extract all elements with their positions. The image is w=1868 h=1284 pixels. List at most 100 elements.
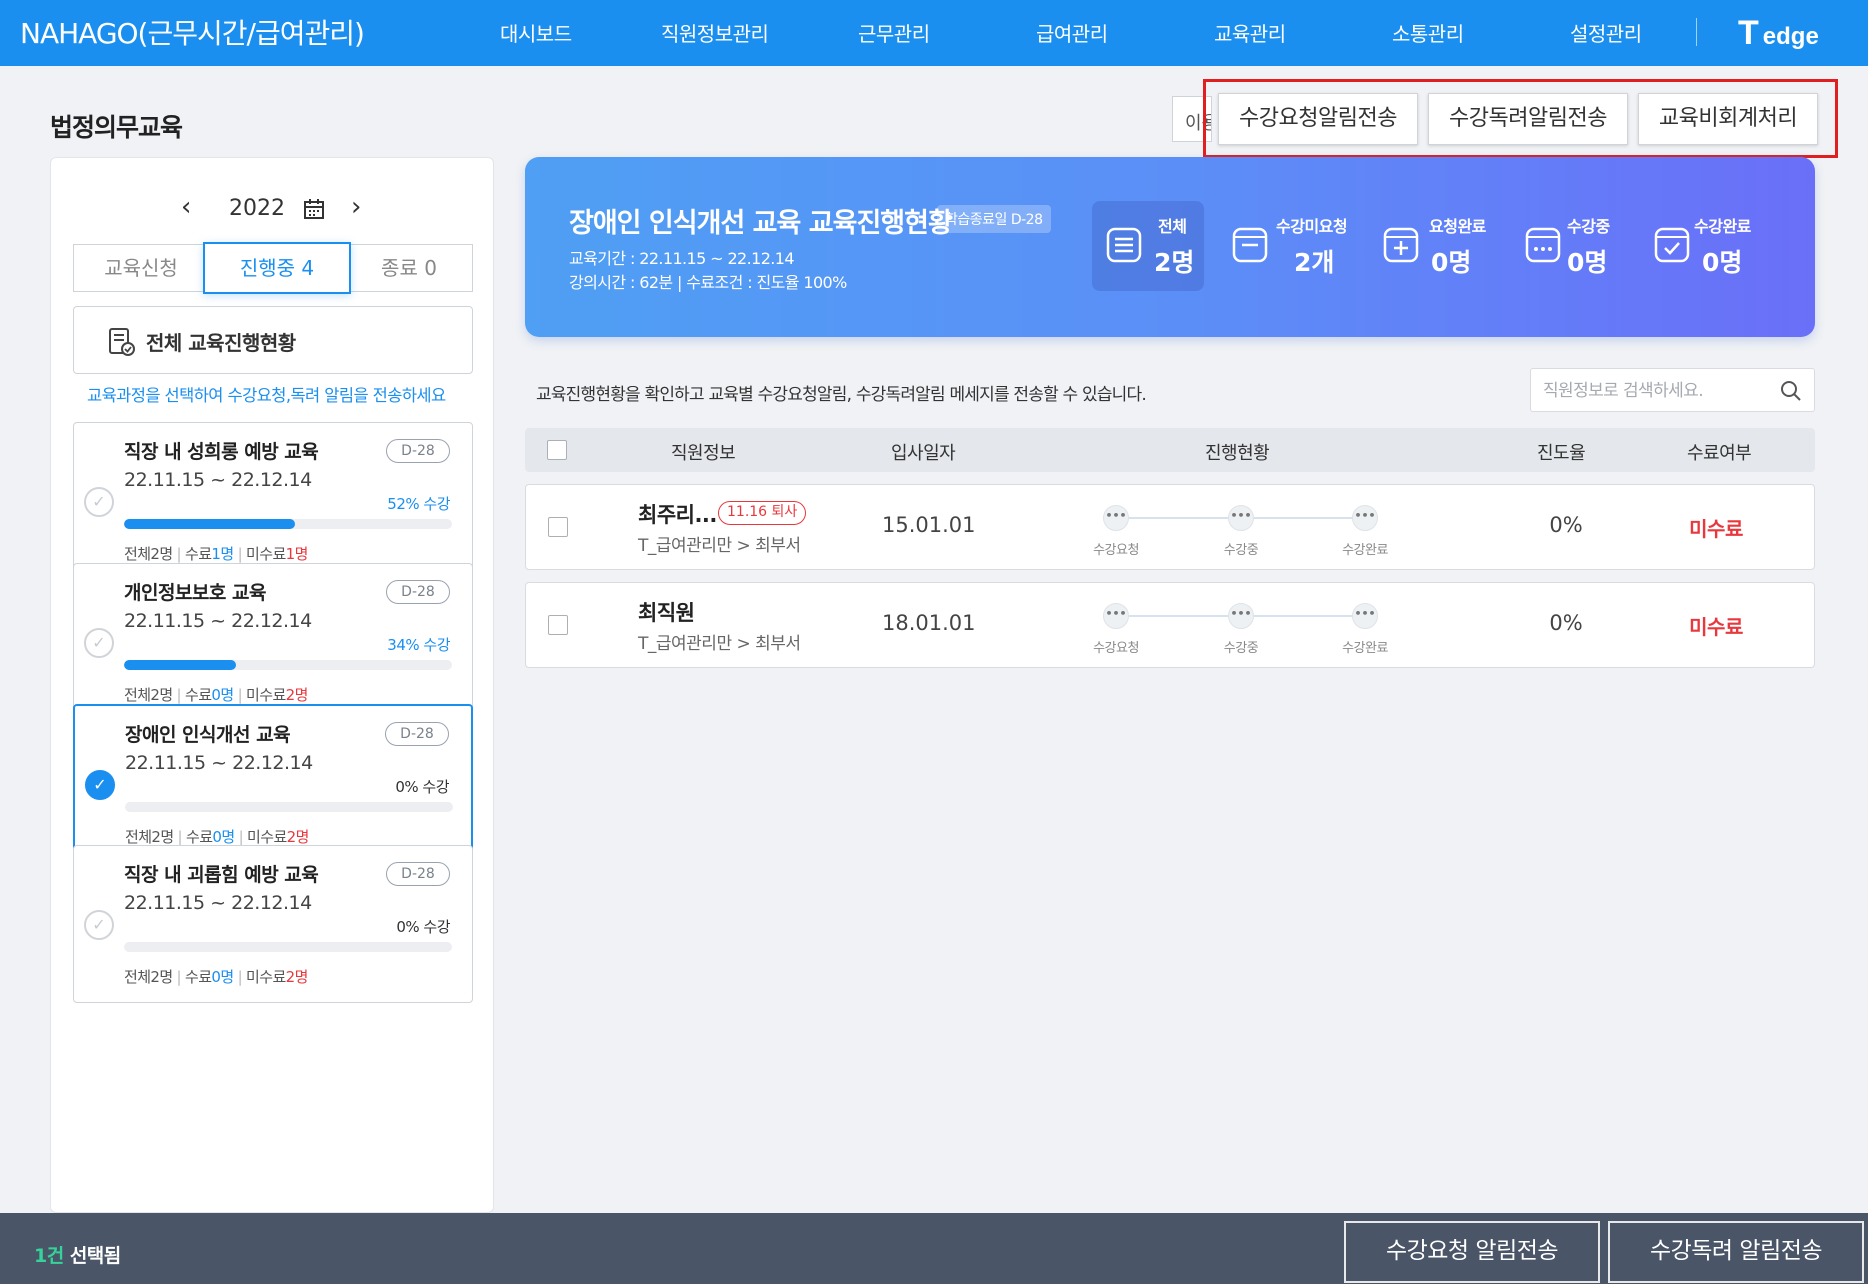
col-employee-info: 직원정보	[671, 443, 736, 464]
course-card[interactable]: 직장 내 성희롱 예방 교육 D-28 22.11.15 ~ 22.12.14 …	[73, 422, 473, 580]
course-card[interactable]: 직장 내 괴롭힘 예방 교육 D-28 22.11.15 ~ 22.12.14 …	[73, 845, 473, 1003]
stat-requested[interactable]: 요청완료 0명	[1369, 201, 1499, 291]
stat-label: 수강완료	[1694, 217, 1751, 236]
stat-not-requested[interactable]: 수강미요청 2개	[1218, 201, 1358, 291]
row-checkbox[interactable]	[548, 517, 568, 537]
employee-name: 최주리...	[638, 503, 717, 527]
employee-department: T_급여관리만 > 최부서	[638, 634, 801, 654]
pending-dots-icon: •••	[1103, 603, 1129, 629]
course-stats: 전체2명 | 수료0명 | 미수료2명	[125, 828, 309, 846]
report-icon	[108, 327, 136, 361]
row-checkbox[interactable]	[548, 615, 568, 635]
list-icon	[1106, 225, 1142, 269]
next-year-icon[interactable]: ›	[351, 192, 361, 222]
progress-rate: 0%	[1549, 513, 1583, 537]
stat-value: 0명	[1702, 248, 1743, 277]
stat-label: 수강중	[1567, 217, 1610, 236]
step-completed: ••• 수강완료	[1320, 505, 1410, 558]
stat-in-progress[interactable]: 수강중 0명	[1511, 201, 1631, 291]
done-label: 수료	[185, 686, 212, 704]
course-title: 개인정보보호 교육	[124, 582, 266, 604]
footer-send-request-button[interactable]: 수강요청 알림전송	[1344, 1221, 1600, 1283]
all-status-label: 전체 교육진행현황	[146, 331, 296, 355]
nav-work[interactable]: 근무관리	[858, 18, 930, 47]
course-title: 직장 내 괴롭힘 예방 교육	[124, 864, 319, 886]
course-stats: 전체2명 | 수료1명 | 미수료1명	[124, 545, 309, 563]
nav-employee-info[interactable]: 직원정보관리	[661, 18, 769, 47]
check-icon[interactable]: ✓	[85, 770, 115, 800]
course-select-hint: 교육과정을 선택하여 수강요청,독려 알림을 전송하세요	[87, 386, 446, 405]
nav-communication[interactable]: 소통관리	[1392, 18, 1464, 47]
stat-total[interactable]: 전체 2명	[1092, 201, 1204, 291]
course-status-banner: 장애인 인식개선 교육 교육진행현황 학습종료일 D-28 교육기간 : 22.…	[525, 157, 1815, 337]
search-box	[1530, 368, 1815, 412]
done-count: 0명	[211, 686, 234, 704]
dday-badge: D-28	[386, 580, 450, 604]
step-label: 수강완료	[1342, 543, 1388, 558]
course-period: 교육기간 : 22.11.15 ~ 22.12.14	[569, 249, 795, 268]
progress-percent: 52% 수강	[387, 495, 450, 513]
tab-in-progress[interactable]: 진행중 4	[203, 242, 351, 294]
step-in-progress: ••• 수강중	[1196, 505, 1286, 558]
nav-payroll[interactable]: 급여관리	[1036, 18, 1108, 47]
step-label: 수강요청	[1093, 543, 1139, 558]
course-title: 장애인 인식개선 교육	[125, 724, 291, 746]
table-row[interactable]: 최주리... 11.16 퇴사 T_급여관리만 > 최부서 15.01.01 •…	[525, 484, 1815, 570]
step-label: 수강중	[1223, 641, 1259, 656]
hire-date: 18.01.01	[882, 611, 976, 635]
undone-label: 미수료	[246, 968, 286, 986]
employee-name: 최직원	[638, 601, 695, 625]
pending-dots-icon: •••	[1228, 505, 1254, 531]
status-tabs: 교육신청 진행중 4 종료 0	[73, 242, 473, 294]
t-logo-icon: T	[1738, 14, 1759, 52]
step-in-progress: ••• 수강중	[1196, 603, 1286, 656]
progress-rate: 0%	[1549, 611, 1583, 635]
all-status-button[interactable]: 전체 교육진행현황	[73, 306, 473, 374]
course-dates: 22.11.15 ~ 22.12.14	[124, 892, 312, 914]
stat-label: 전체	[1158, 217, 1187, 236]
tab-apply[interactable]: 교육신청	[73, 244, 209, 292]
footer-send-encourage-button[interactable]: 수강독려 알림전송	[1608, 1221, 1864, 1283]
stat-value: 0명	[1431, 248, 1472, 277]
course-stats: 전체2명 | 수료0명 | 미수료2명	[124, 968, 309, 986]
course-card[interactable]: 개인정보보호 교육 D-28 22.11.15 ~ 22.12.14 ✓ 34%…	[73, 563, 473, 721]
check-icon[interactable]: ✓	[84, 910, 114, 940]
done-label: 수료	[186, 828, 213, 846]
stat-value: 2개	[1294, 248, 1335, 277]
check-box-icon	[1654, 225, 1690, 269]
stat-completed[interactable]: 수강완료 0명	[1640, 201, 1780, 291]
col-completion: 수료여부	[1687, 443, 1752, 464]
app-brand[interactable]: NAHAGO(근무시간/급여관리)	[20, 12, 365, 52]
banner-title: 장애인 인식개선 교육 교육진행현황	[569, 208, 953, 239]
undone-count: 1명	[285, 545, 309, 563]
top-header: NAHAGO(근무시간/급여관리) 대시보드 직원정보관리 근무관리 급여관리 …	[0, 0, 1868, 66]
table-header: 직원정보 입사일자 진행현황 진도율 수료여부	[525, 428, 1815, 472]
tab-ended[interactable]: 종료 0	[345, 244, 473, 292]
list-description: 교육진행현황을 확인하고 교육별 수강요청알림, 수강독려알림 메세지를 전송할…	[536, 385, 1147, 405]
logo-text: edge	[1762, 23, 1819, 50]
calendar-icon[interactable]	[303, 198, 325, 224]
dday-badge: D-28	[386, 439, 450, 463]
course-title: 직장 내 성희롱 예방 교육	[124, 441, 319, 463]
employee-search-input[interactable]	[1543, 377, 1763, 405]
select-all-checkbox[interactable]	[547, 440, 567, 460]
course-dates: 22.11.15 ~ 22.12.14	[125, 752, 313, 774]
table-row[interactable]: 최직원 T_급여관리만 > 최부서 18.01.01 ••• 수강요청 ••• 수강…	[525, 582, 1815, 668]
tedge-logo[interactable]: Tedge	[1738, 14, 1819, 53]
completion-status: 미수료	[1689, 517, 1743, 541]
course-card-selected[interactable]: 장애인 인식개선 교육 D-28 22.11.15 ~ 22.12.14 ✓ 0…	[73, 704, 473, 862]
progress-percent: 0% 수강	[395, 778, 449, 796]
nav-settings[interactable]: 설정관리	[1570, 18, 1642, 47]
course-stats: 전체2명 | 수료0명 | 미수료2명	[124, 686, 308, 704]
check-icon[interactable]: ✓	[84, 487, 114, 517]
search-icon[interactable]	[1780, 380, 1802, 406]
prev-year-icon[interactable]: ‹	[181, 192, 191, 222]
nav-education[interactable]: 교육관리	[1214, 18, 1286, 47]
lecture-info: 강의시간 : 62분 | 수료조건 : 진도율 100%	[569, 273, 847, 292]
pending-dots-icon: •••	[1103, 505, 1129, 531]
bottom-action-bar: 1건 선택됨 수강요청 알림전송 수강독려 알림전송	[0, 1213, 1868, 1284]
check-icon[interactable]: ✓	[84, 628, 114, 658]
undone-count: 2명	[285, 968, 309, 986]
stat-value: 0명	[1567, 248, 1608, 277]
nav-dashboard[interactable]: 대시보드	[500, 18, 572, 47]
